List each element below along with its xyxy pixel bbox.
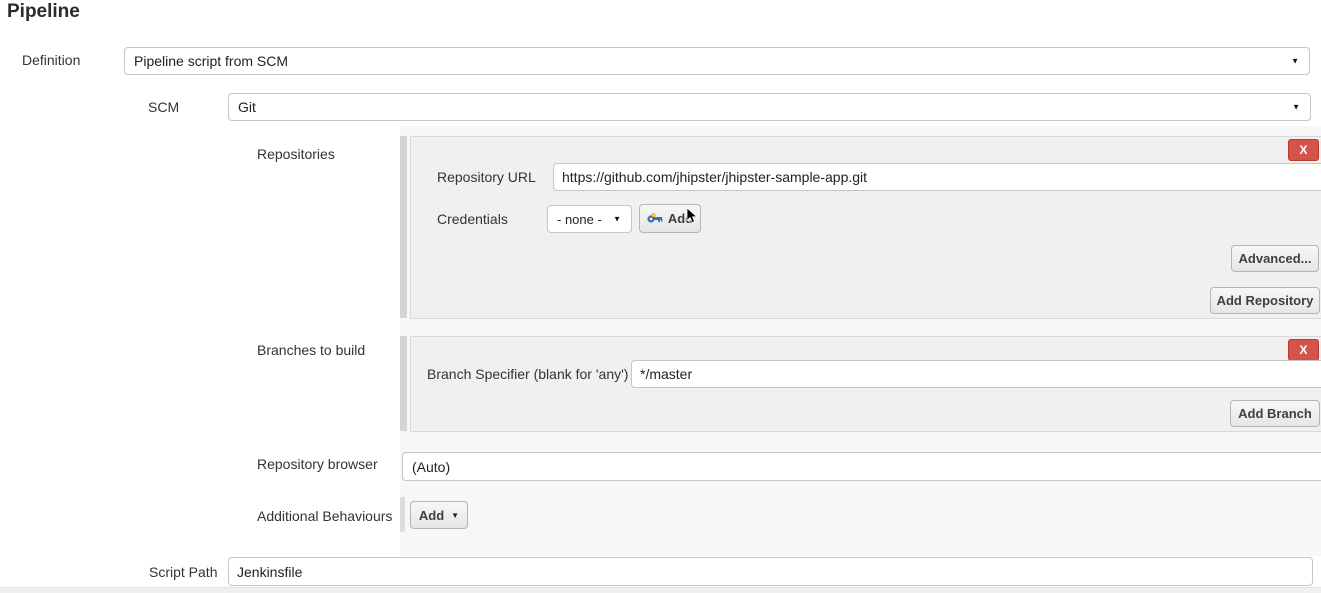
add-branch-button[interactable]: Add Branch — [1230, 400, 1320, 427]
chevron-down-icon: ▼ — [1292, 103, 1300, 112]
additional-behaviours-label: Additional Behaviours — [257, 509, 392, 523]
script-path-input[interactable] — [228, 557, 1313, 586]
scm-label: SCM — [148, 100, 179, 114]
add-behaviour-button[interactable]: Add ▼ — [410, 501, 468, 529]
chevron-down-icon: ▼ — [1291, 57, 1299, 66]
scm-select-value: Git — [238, 99, 256, 115]
credentials-select-value: - none - — [557, 212, 602, 227]
add-behaviour-label: Add — [419, 508, 444, 523]
delete-repository-button[interactable]: X — [1288, 139, 1319, 161]
definition-label: Definition — [22, 53, 80, 67]
repository-browser-label: Repository browser — [257, 457, 378, 471]
branches-to-build-label: Branches to build — [257, 343, 365, 357]
script-path-label: Script Path — [149, 565, 217, 579]
credentials-label: Credentials — [437, 212, 508, 226]
next-section-edge — [0, 587, 1321, 593]
repositories-label: Repositories — [257, 147, 335, 161]
branch-specifier-input[interactable] — [631, 360, 1321, 388]
repository-chunk-drag-track — [400, 136, 407, 318]
page-title: Pipeline — [7, 1, 80, 23]
add-repository-button[interactable]: Add Repository — [1210, 287, 1320, 314]
repository-url-input[interactable] — [553, 163, 1321, 191]
credentials-select[interactable]: - none - ▼ — [547, 205, 632, 233]
caret-down-icon: ▼ — [451, 511, 459, 520]
definition-select[interactable]: Pipeline script from SCM ▼ — [124, 47, 1310, 75]
delete-branch-button[interactable]: X — [1288, 339, 1319, 361]
definition-select-value: Pipeline script from SCM — [134, 53, 288, 69]
add-credentials-label: Add — [668, 211, 693, 226]
behaviours-drag-track — [400, 497, 405, 532]
repository-browser-select-value: (Auto) — [412, 459, 450, 475]
scm-select[interactable]: Git ▼ — [228, 93, 1311, 121]
pipeline-config-section: Pipeline Definition Pipeline script from… — [0, 0, 1321, 593]
branch-specifier-label: Branch Specifier (blank for 'any') — [427, 367, 628, 381]
repository-url-label: Repository URL — [437, 170, 536, 184]
repository-browser-select[interactable]: (Auto) ▼ — [402, 452, 1321, 481]
branch-chunk-drag-track — [400, 336, 407, 431]
chevron-down-icon: ▼ — [613, 215, 621, 224]
advanced-button[interactable]: Advanced... — [1231, 245, 1319, 272]
key-icon — [647, 213, 663, 224]
add-credentials-button[interactable]: Add — [639, 204, 701, 233]
